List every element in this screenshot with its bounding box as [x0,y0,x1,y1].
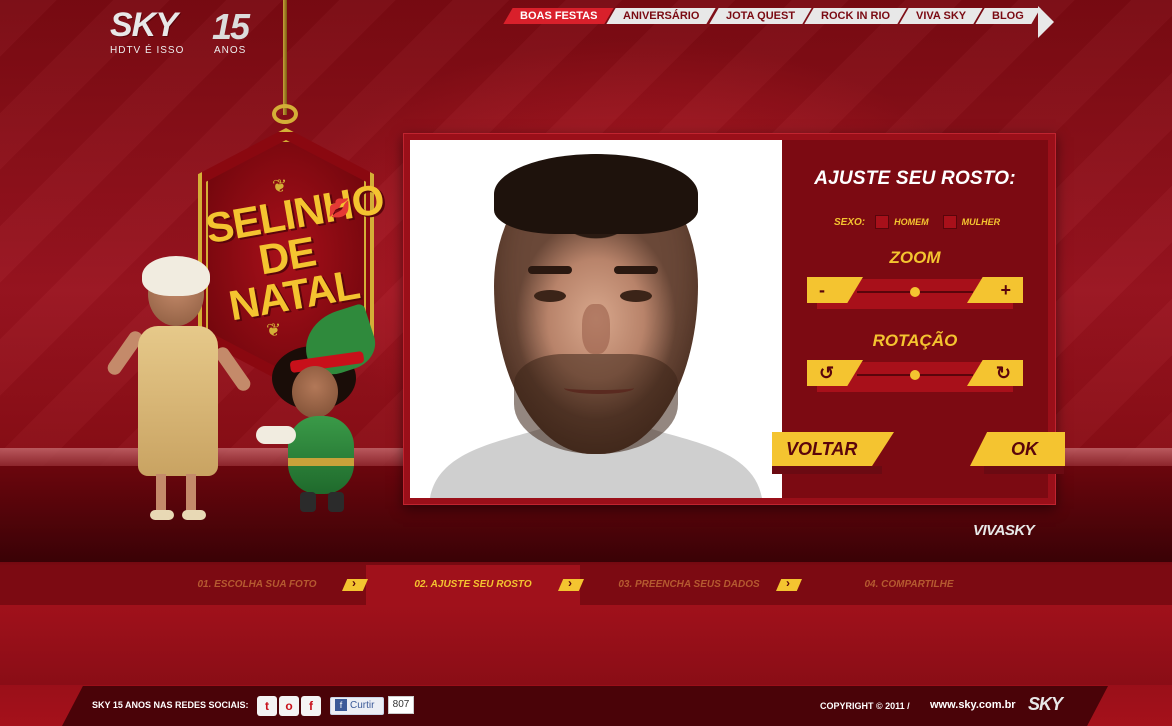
button-shadow [984,466,1064,474]
footer-sky-logo[interactable]: SKY [1028,694,1063,715]
rotacao-label: ROTAÇÃO [872,331,958,350]
sexo-label: SEXO: [834,216,866,228]
step-3[interactable]: 03. PREENCHA SEUS DADOS [580,565,798,605]
zoom-knob[interactable] [910,287,920,297]
photo-preview[interactable] [410,140,782,498]
step-4[interactable]: 04. COMPARTILHE [798,565,1020,605]
like-label: Curtir [350,700,375,711]
homem-label: HOMEM [894,217,929,227]
facebook-logo-icon: f [335,699,347,711]
site-link[interactable]: www.sky.com.br [930,699,1016,711]
nav-item-boas-festas[interactable]: BOAS FESTAS [503,8,615,24]
nav-label: ROCK IN RIO [820,10,890,22]
nav-item-viva-sky[interactable]: VIVA SKY [899,8,983,24]
character-elf [256,302,382,522]
nav-item-blog[interactable]: BLOG [975,8,1041,24]
logo-tagline: HDTV É ISSO [110,45,185,56]
step-1[interactable]: 01. ESCOLHA SUA FOTO [148,565,366,605]
nav-item-aniversario[interactable]: ANIVERSÁRIO [606,8,717,24]
nav-label: JOTA QUEST [725,10,795,22]
mulher-checkbox[interactable] [942,215,957,229]
viva-sky-logo[interactable]: VIVASKY [973,522,1035,539]
zoom-label: ZOOM [889,248,941,267]
nav-label: ANIVERSÁRIO [623,10,700,22]
rotate-left-icon: ↺ [819,363,835,383]
sign-bow [272,104,298,124]
character-lady [96,256,254,522]
copyright: COPYRIGHT © 2011 / [820,701,910,711]
logo-brand: SKY [110,6,178,44]
like-count: 807 [388,696,414,714]
twitter-icon[interactable]: t [257,696,277,716]
nav-label: BOAS FESTAS [520,10,598,22]
social-label: SKY 15 ANOS NAS REDES SOCIAIS: [92,700,249,710]
bottom-decoration [0,605,1172,685]
zoom-slider[interactable]: - + [807,277,1023,309]
rotation-slider[interactable]: ↺ ↻ [807,360,1023,392]
nav-label: BLOG [992,10,1024,22]
logo-badge: 15 [212,6,250,47]
facebook-icon[interactable]: f [301,696,321,716]
sign-rope [283,0,287,115]
nav-item-rock-in-rio[interactable]: ROCK IN RIO [804,8,907,24]
rotate-right-icon: ↻ [995,363,1011,383]
nav-item-jota-quest[interactable]: JOTA QUEST [709,8,812,24]
sky-15-logo[interactable]: SKY 15 HDTV É ISSO ANOS [108,6,268,56]
user-face-photo[interactable] [494,154,698,454]
adjust-title: AJUSTE SEU ROSTO: [814,168,1016,189]
nav-label: VIVA SKY [915,10,967,22]
facebook-like-button[interactable]: f Curtir [330,697,384,715]
step-2[interactable]: 02. AJUSTE SEU ROSTO [366,565,580,605]
button-shadow [772,466,882,474]
orkut-icon[interactable]: o [279,696,299,716]
top-nav: BOAS FESTAS ANIVERSÁRIO JOTA QUEST ROCK … [503,6,1054,38]
sexo-row: SEXO: HOMEM MULHER [834,215,1014,229]
mulher-label: MULHER [961,217,1001,227]
logo-anos: ANOS [214,45,247,56]
nav-arrow-icon[interactable] [1037,6,1054,38]
homem-checkbox[interactable] [875,215,890,229]
rotation-knob[interactable] [910,370,920,380]
kiss-lips-icon: 💋 [328,198,351,218]
